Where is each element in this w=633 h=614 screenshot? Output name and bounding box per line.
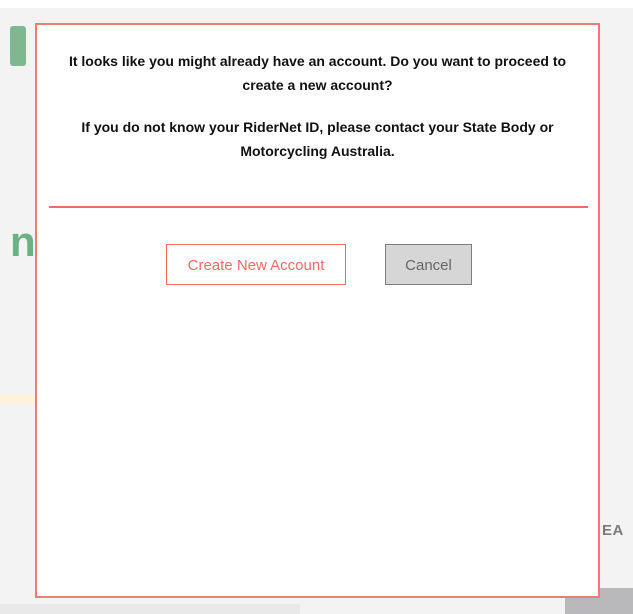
background-green-tab [10,26,26,66]
create-new-account-button[interactable]: Create New Account [166,244,346,285]
background-partial-text: EA [602,522,624,539]
dialog-message-existing-account: It looks like you might already have an … [68,53,567,93]
background-highlight-strip [0,394,38,404]
background-partial-heading: n [10,218,36,265]
dialog-message-contact-info: If you do not know your RiderNet ID, ple… [81,119,554,159]
background-bottom-strip [0,604,300,614]
existing-account-dialog: It looks like you might already have an … [35,23,600,598]
dialog-divider [49,206,588,208]
dialog-message: It looks like you might already have an … [53,49,582,163]
cancel-button[interactable]: Cancel [385,244,472,285]
background-page-header [0,0,633,8]
